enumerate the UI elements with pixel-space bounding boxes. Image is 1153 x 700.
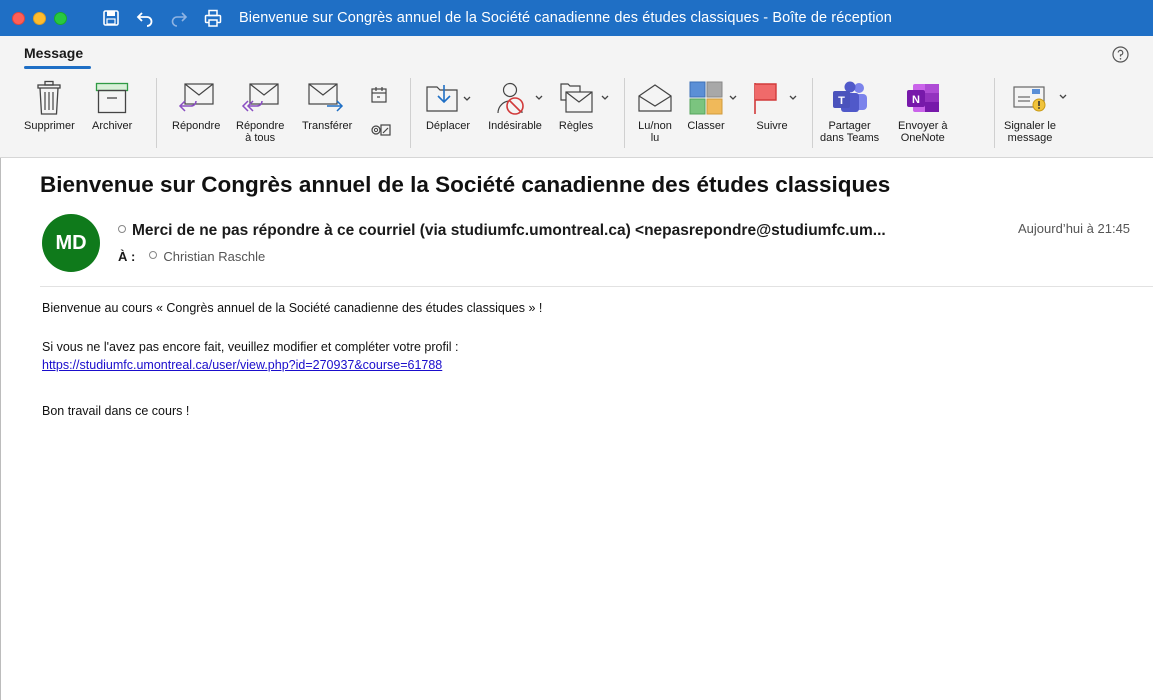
save-icon[interactable] bbox=[101, 8, 121, 28]
forward-label: Transférer bbox=[302, 120, 353, 132]
help-icon[interactable] bbox=[1112, 46, 1129, 63]
categorize-label: Classer bbox=[687, 120, 725, 132]
undo-icon[interactable] bbox=[135, 8, 155, 28]
onenote-icon: N bbox=[903, 76, 943, 120]
reply-button[interactable]: Répondre bbox=[172, 76, 220, 132]
close-window-button[interactable] bbox=[12, 11, 25, 25]
reply-all-label: Répondre à tous bbox=[236, 120, 285, 144]
teams-icon: T bbox=[829, 76, 871, 120]
ribbon-toolbar: Supprimer Archiver Répondre Répondre à to… bbox=[0, 70, 1153, 158]
teams-letter: T bbox=[838, 95, 845, 107]
junk-label: Indésirable bbox=[488, 120, 542, 132]
send-to-onenote-label: Envoyer à OneNote bbox=[898, 120, 948, 144]
follow-up-button[interactable]: Suivre bbox=[750, 76, 802, 132]
header-divider bbox=[40, 286, 1153, 287]
window-left-edge bbox=[0, 158, 1, 700]
rules-button[interactable]: Règles bbox=[558, 76, 610, 132]
window-title: Bienvenue sur Congrès annuel de la Socié… bbox=[239, 10, 892, 26]
sender-text: Merci de ne pas répondre à ce courriel (… bbox=[132, 222, 886, 239]
junk-button[interactable]: Indésirable bbox=[484, 76, 546, 132]
avatar-initials: MD bbox=[55, 231, 87, 254]
report-message-button[interactable]: Signaler le message bbox=[1004, 76, 1074, 144]
reply-label: Répondre bbox=[172, 120, 221, 132]
trash-icon bbox=[36, 76, 62, 120]
flag-icon bbox=[750, 76, 802, 120]
email-subject: Bienvenue sur Congrès annuel de la Socié… bbox=[40, 172, 891, 197]
report-message-label: Signaler le message bbox=[1004, 120, 1056, 144]
move-button[interactable]: Déplacer bbox=[424, 76, 472, 132]
presence-status-icon bbox=[149, 251, 158, 259]
sender-avatar[interactable]: MD bbox=[42, 214, 100, 272]
open-envelope-icon bbox=[636, 76, 674, 120]
read-unread-label: Lu/non lu bbox=[638, 120, 672, 144]
reply-icon bbox=[177, 76, 215, 120]
forward-icon bbox=[307, 76, 347, 120]
move-folder-icon bbox=[424, 76, 472, 120]
rules-label: Règles bbox=[558, 120, 594, 132]
redo-icon[interactable] bbox=[169, 8, 189, 28]
ribbon-separator bbox=[156, 78, 157, 148]
archive-label: Archiver bbox=[92, 120, 133, 132]
presence-status-icon bbox=[118, 225, 126, 233]
ribbon-separator bbox=[994, 78, 995, 148]
junk-icon bbox=[484, 76, 546, 120]
onenote-letter: N bbox=[912, 94, 920, 106]
ribbon-separator bbox=[410, 78, 411, 148]
received-date: Aujourd’hui à 21:45 bbox=[1018, 221, 1131, 236]
meeting-reply-icon[interactable] bbox=[370, 86, 388, 109]
rules-icon bbox=[558, 76, 610, 120]
profile-link[interactable]: https://studiumfc.umontreal.ca/user/view… bbox=[42, 358, 442, 372]
categorize-icon bbox=[688, 76, 742, 120]
delete-label: Supprimer bbox=[24, 120, 75, 132]
body-line-profile: Si vous ne l'avez pas encore fait, veuil… bbox=[42, 340, 459, 354]
ribbon-tab-row: Message bbox=[0, 36, 1153, 70]
minimize-window-button[interactable] bbox=[33, 11, 46, 25]
delete-button[interactable]: Supprimer bbox=[24, 76, 75, 132]
categorize-button[interactable]: Classer bbox=[687, 76, 742, 132]
print-icon[interactable] bbox=[203, 8, 223, 28]
body-line-welcome: Bienvenue au cours « Congrès annuel de l… bbox=[42, 301, 543, 315]
window-controls bbox=[12, 11, 67, 25]
tab-message[interactable]: Message bbox=[24, 45, 83, 61]
recipient-name[interactable]: Christian Raschle bbox=[163, 249, 265, 264]
ribbon-separator bbox=[812, 78, 813, 148]
body-line-closing: Bon travail dans ce cours ! bbox=[42, 404, 190, 418]
share-to-teams-button[interactable]: T Partager dans Teams bbox=[820, 76, 879, 144]
recipient-line: À : Christian Raschle bbox=[118, 249, 265, 264]
archive-icon bbox=[95, 76, 129, 120]
read-unread-button[interactable]: Lu/non lu bbox=[636, 76, 674, 144]
move-label: Déplacer bbox=[425, 120, 471, 132]
report-message-icon bbox=[1012, 76, 1074, 120]
title-bar: Bienvenue sur Congrès annuel de la Socié… bbox=[0, 0, 1153, 36]
reply-all-button[interactable]: Répondre à tous bbox=[236, 76, 284, 144]
to-label: À : bbox=[118, 249, 136, 264]
send-to-onenote-button[interactable]: N Envoyer à OneNote bbox=[898, 76, 948, 144]
ribbon-separator bbox=[624, 78, 625, 148]
forward-button[interactable]: Transférer bbox=[302, 76, 352, 132]
active-tab-indicator bbox=[24, 66, 91, 69]
attachment-forward-icon[interactable] bbox=[370, 122, 392, 143]
reply-all-icon bbox=[240, 76, 280, 120]
archive-button[interactable]: Archiver bbox=[92, 76, 132, 132]
share-to-teams-label: Partager dans Teams bbox=[820, 120, 880, 144]
sender-name[interactable]: Merci de ne pas répondre à ce courriel (… bbox=[118, 222, 886, 240]
zoom-window-button[interactable] bbox=[54, 11, 67, 25]
follow-up-label: Suivre bbox=[756, 120, 788, 132]
